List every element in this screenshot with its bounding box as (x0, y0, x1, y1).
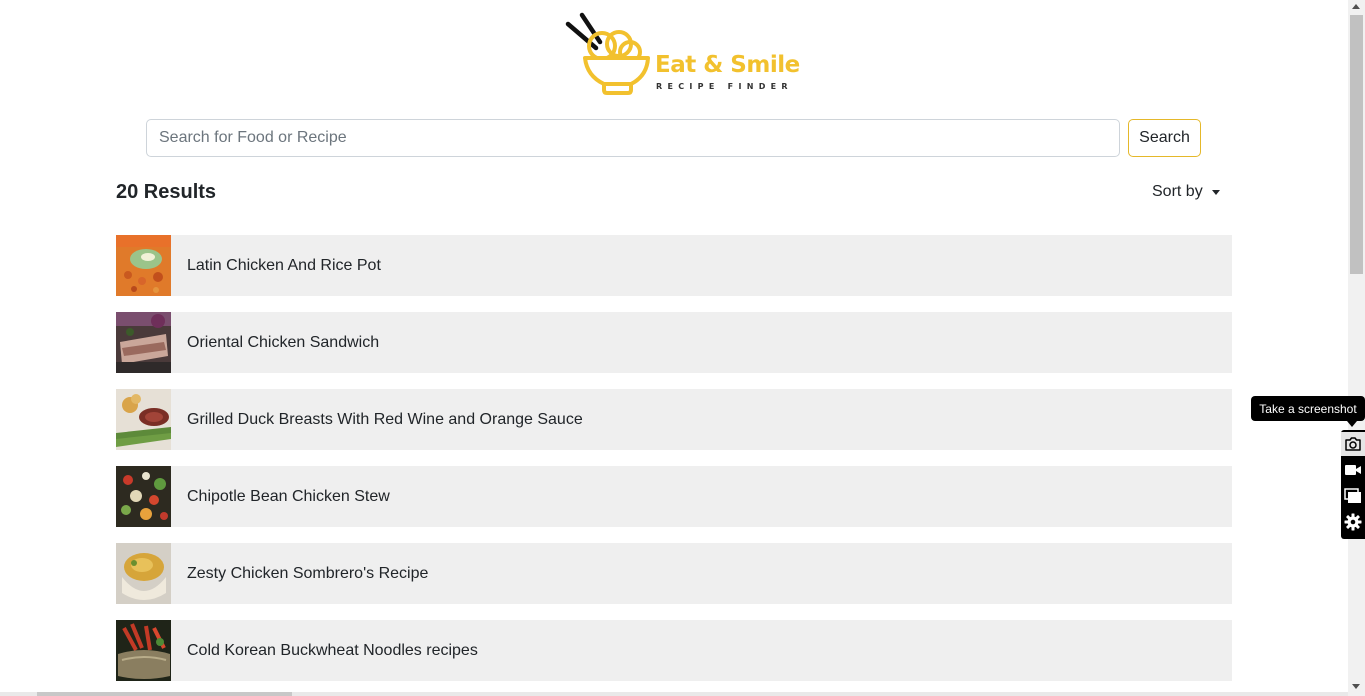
screenshot-tooltip: Take a screenshot (1251, 396, 1365, 421)
sort-by-dropdown[interactable]: Sort by (1152, 183, 1220, 201)
brand-name: Eat & Smile (655, 52, 800, 78)
capture-toolbar (1341, 430, 1365, 539)
recipe-title: Latin Chicken And Rice Pot (187, 256, 381, 274)
recipe-list-item[interactable]: Zesty Chicken Sombrero's Recipe (116, 543, 1232, 604)
bowl-chopsticks-icon (565, 12, 650, 95)
search-button[interactable]: Search (1128, 119, 1201, 157)
scroll-down-arrow-icon[interactable] (1352, 684, 1360, 689)
record-video-button[interactable] (1341, 458, 1365, 482)
brand-tagline: RECIPE FINDER (656, 82, 793, 91)
video-camera-icon (1345, 465, 1361, 475)
results-list: Latin Chicken And Rice Pot Oriental Chic… (116, 235, 1232, 696)
results-count: 20 Results (116, 181, 217, 203)
recipe-thumbnail (116, 466, 171, 527)
recipe-thumbnail (116, 620, 171, 681)
recipe-title: Chipotle Bean Chicken Stew (187, 487, 390, 505)
tooltip-arrow (1347, 421, 1357, 427)
recipe-title: Oriental Chicken Sandwich (187, 333, 380, 351)
vertical-scroll-thumb[interactable] (1350, 15, 1363, 274)
site-logo[interactable]: Eat & Smile RECIPE FINDER (564, 10, 804, 98)
recipe-list-item[interactable]: Cold Korean Buckwheat Noodles recipes (116, 620, 1232, 681)
capture-window-button[interactable] (1341, 484, 1365, 508)
recipe-list-item[interactable]: Oriental Chicken Sandwich (116, 312, 1232, 373)
sort-by-label: Sort by (1152, 183, 1203, 200)
recipe-title: Zesty Chicken Sombrero's Recipe (187, 564, 429, 582)
gear-icon (1344, 513, 1362, 531)
recipe-list-item[interactable]: Latin Chicken And Rice Pot (116, 235, 1232, 296)
recipe-thumbnail (116, 543, 171, 604)
extension-settings-button[interactable] (1341, 510, 1365, 534)
horizontal-scrollbar[interactable] (0, 692, 1348, 696)
scroll-up-arrow-icon[interactable] (1352, 4, 1360, 9)
recipe-title: Cold Korean Buckwheat Noodles recipes (187, 641, 478, 659)
horizontal-scroll-thumb[interactable] (37, 692, 292, 696)
search-input[interactable] (146, 119, 1120, 157)
recipe-list-item[interactable]: Chipotle Bean Chicken Stew (116, 466, 1232, 527)
camera-icon (1345, 437, 1361, 451)
caret-down-icon (1211, 189, 1220, 195)
window-capture-icon (1344, 488, 1361, 503)
recipe-thumbnail (116, 312, 171, 373)
recipe-thumbnail (116, 235, 171, 296)
recipe-title: Grilled Duck Breasts With Red Wine and O… (187, 410, 583, 428)
recipe-list-item[interactable]: Grilled Duck Breasts With Red Wine and O… (116, 389, 1232, 450)
vertical-scrollbar[interactable] (1348, 0, 1365, 696)
recipe-thumbnail (116, 389, 171, 450)
take-screenshot-button[interactable] (1341, 432, 1365, 456)
